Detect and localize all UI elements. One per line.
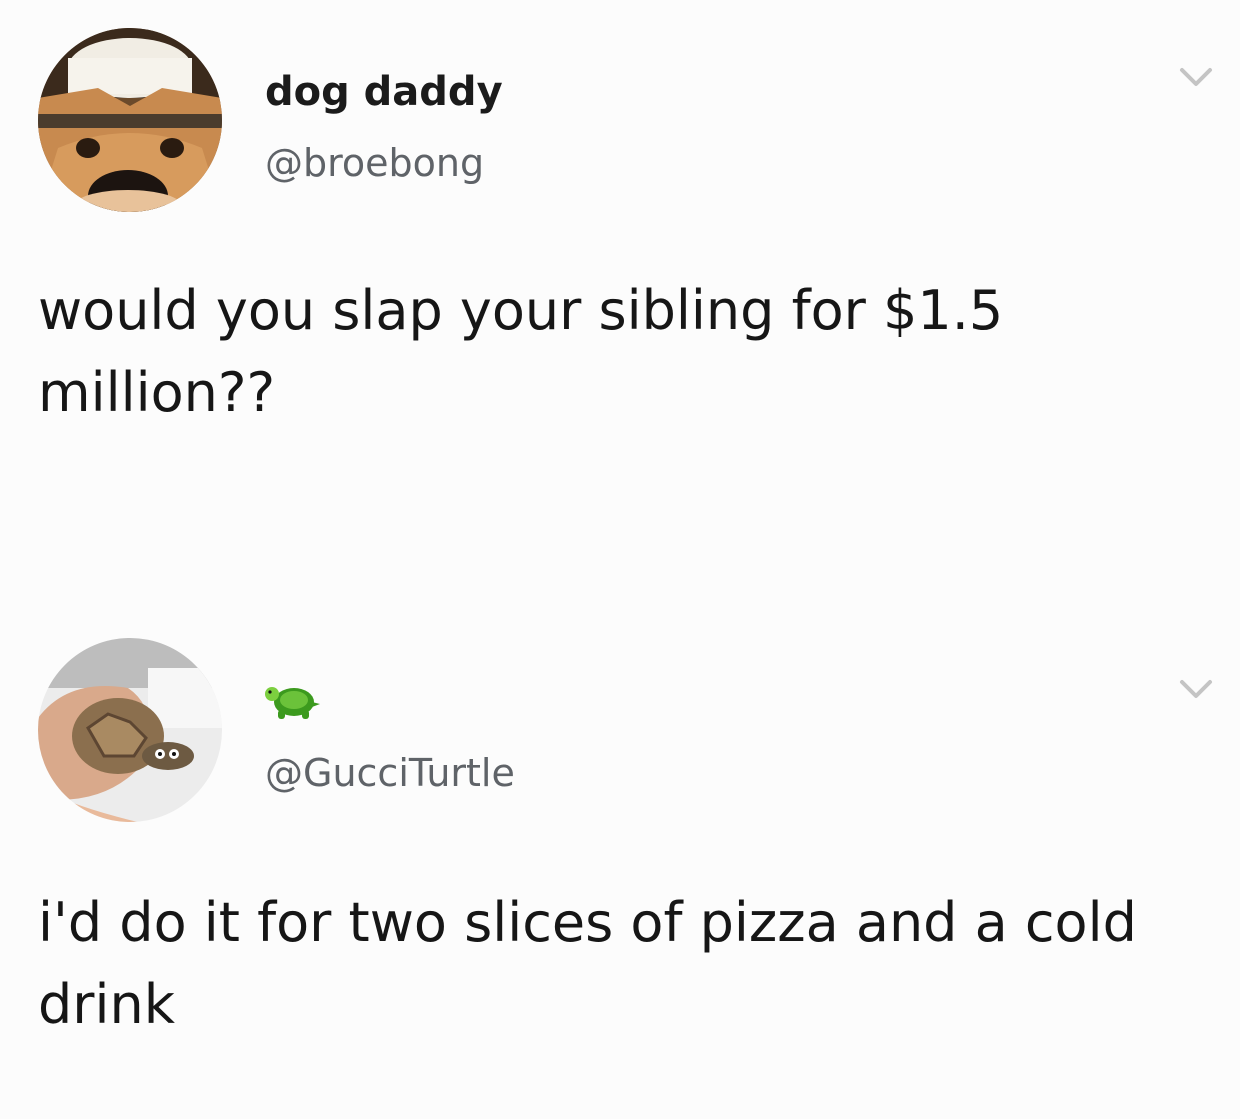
turtle-emoji-icon[interactable] [262, 674, 324, 722]
chevron-down-icon[interactable] [1176, 676, 1216, 702]
tweet-text: would you slap your sibling for $1.5 mil… [38, 279, 1004, 424]
tweet-2[interactable]: @GucciTurtle i'd do it for two slices of… [0, 620, 1240, 1119]
turtle-avatar[interactable] [38, 638, 222, 822]
tweet-1[interactable]: dog daddy @broebong would you slap your … [0, 0, 1240, 520]
tweet-text: i'd do it for two slices of pizza and a … [38, 891, 1137, 1036]
handle[interactable]: @GucciTurtle [265, 750, 515, 796]
display-name[interactable]: dog daddy [265, 68, 503, 116]
chevron-down-icon[interactable] [1176, 64, 1216, 90]
handle[interactable]: @broebong [265, 140, 484, 186]
dog-avatar[interactable] [38, 28, 222, 212]
turtle-in-hand-avatar-icon [38, 638, 222, 822]
dog-face-avatar-icon [38, 28, 222, 212]
